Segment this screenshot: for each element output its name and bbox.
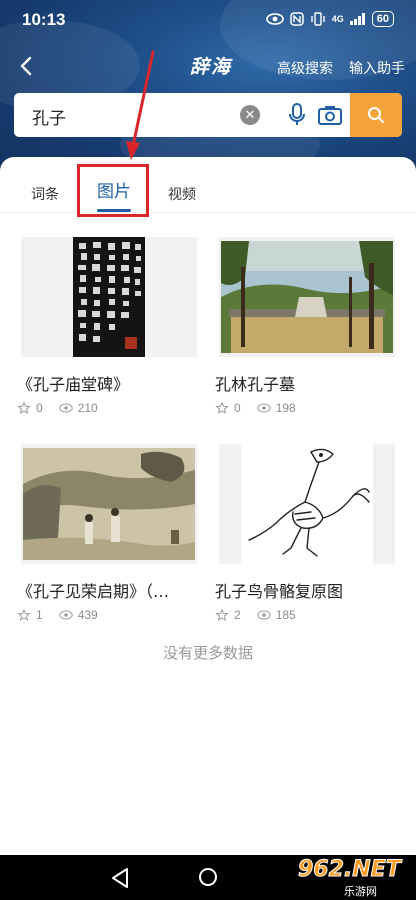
image-thumbnail[interactable] — [21, 237, 197, 357]
calligraphy-rubbing-image — [21, 237, 197, 357]
views-count: 198 — [275, 401, 296, 415]
top-nav-bar: 辞海 高级搜索 输入助手 — [0, 48, 416, 84]
tab-videos[interactable]: 视频 — [168, 184, 196, 204]
ink-painting-image — [21, 444, 197, 564]
clear-search-button[interactable]: ✕ — [240, 105, 260, 125]
eye-icon — [58, 403, 73, 413]
card-title[interactable]: 孔林孔子墓 — [215, 371, 399, 395]
nav-home-circle-icon[interactable] — [199, 868, 217, 886]
eye-icon — [58, 610, 73, 620]
card-title[interactable]: 孔子鸟骨骼复原图 — [215, 578, 399, 602]
card-title[interactable]: 《孔子见荣启期》（… — [17, 578, 201, 602]
site-watermark: 962.NET 乐游网 — [284, 857, 412, 899]
likes-count: 1 — [36, 608, 43, 622]
likes-count: 0 — [234, 401, 241, 415]
image-thumbnail[interactable] — [219, 444, 395, 564]
views-count: 185 — [275, 608, 296, 622]
card-stats: 1 439 — [17, 608, 114, 622]
status-icons: 4G 60 — [265, 11, 394, 27]
search-button[interactable] — [350, 93, 402, 137]
status-time: 10:13 — [22, 10, 66, 29]
app-logo: 辞海 — [190, 56, 233, 78]
search-bar: 孔子 ✕ — [14, 93, 402, 137]
chevron-left-icon — [20, 56, 32, 76]
nav-back-triangle-icon[interactable] — [110, 867, 130, 889]
star-icon[interactable] — [215, 609, 229, 621]
battery-indicator: 60 — [371, 11, 394, 27]
tab-bar: 词条 图片 视频 — [0, 157, 416, 217]
back-button[interactable] — [12, 52, 40, 80]
signal-icon — [349, 13, 365, 25]
search-icon — [368, 107, 384, 123]
watermark-main-text: 962.NET — [298, 857, 402, 883]
star-icon[interactable] — [17, 402, 31, 414]
tomb-landscape-image — [219, 237, 395, 357]
eye-icon — [265, 13, 284, 25]
views-count: 210 — [77, 401, 98, 415]
views-count: 439 — [77, 608, 98, 622]
vibrate-icon — [311, 12, 325, 26]
search-input[interactable]: 孔子 — [32, 104, 66, 129]
star-icon[interactable] — [215, 402, 229, 414]
network-label: 4G — [331, 14, 344, 24]
close-icon: ✕ — [244, 107, 256, 123]
likes-count: 2 — [234, 608, 241, 622]
bird-skeleton-image — [219, 444, 395, 564]
nfc-icon — [289, 12, 304, 26]
status-bar: 10:13 4G 60 — [0, 0, 416, 40]
card-stats: 0 210 — [17, 401, 114, 415]
no-more-data-text: 没有更多数据 — [162, 644, 253, 662]
watermark-sub-text: 乐游网 — [344, 885, 377, 898]
image-thumbnail[interactable] — [219, 237, 395, 357]
likes-count: 0 — [36, 401, 43, 415]
microphone-icon[interactable] — [287, 103, 307, 127]
eye-icon — [256, 610, 271, 620]
card-stats: 2 185 — [215, 608, 312, 622]
annotation-highlight-box — [77, 164, 149, 217]
results-panel: 词条 图片 视频 《孔子庙堂碑》 0 210 孔林孔子墓 0 198 《孔子见荣… — [0, 157, 416, 855]
image-thumbnail[interactable] — [21, 444, 197, 564]
camera-icon[interactable] — [318, 105, 342, 125]
input-assistant-link[interactable]: 输入助手 — [349, 58, 405, 78]
advanced-search-link[interactable]: 高级搜索 — [277, 58, 333, 78]
card-title[interactable]: 《孔子庙堂碑》 — [17, 371, 201, 395]
star-icon[interactable] — [17, 609, 31, 621]
tab-entries[interactable]: 词条 — [31, 184, 59, 204]
card-stats: 0 198 — [215, 401, 312, 415]
eye-icon — [256, 403, 271, 413]
